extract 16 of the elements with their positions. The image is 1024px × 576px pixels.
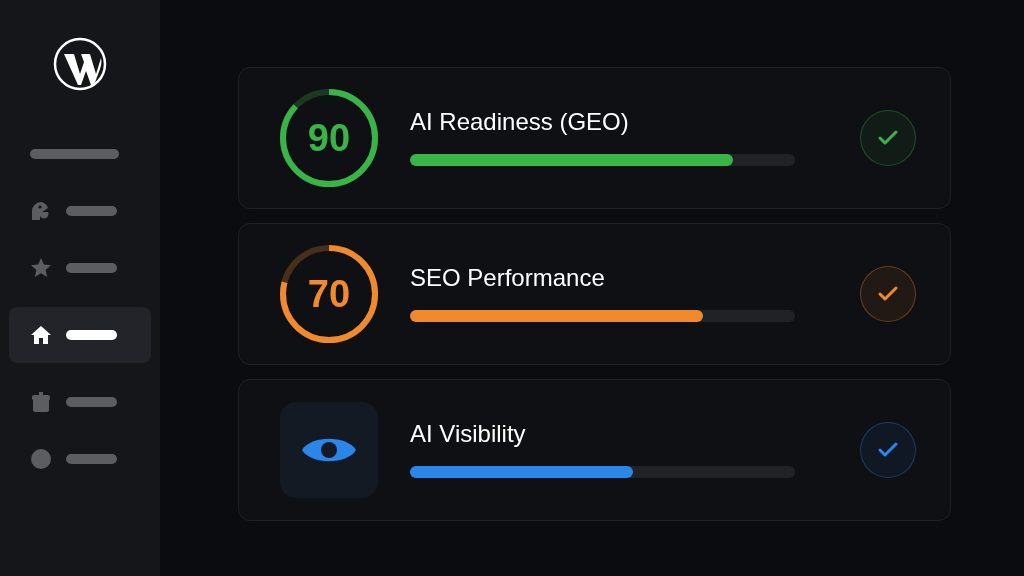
score-value: 90 bbox=[307, 115, 351, 161]
label-placeholder bbox=[66, 454, 117, 464]
label-placeholder bbox=[66, 206, 117, 216]
metric-title: SEO Performance bbox=[410, 266, 606, 290]
score-value: 70 bbox=[307, 271, 351, 317]
nav-item[interactable] bbox=[9, 307, 151, 363]
jar-icon bbox=[30, 391, 52, 413]
logo-icon bbox=[52, 36, 108, 92]
label-placeholder bbox=[66, 397, 117, 407]
metric-title: AI Readiness (GEO) bbox=[410, 110, 630, 134]
home-icon bbox=[30, 324, 52, 346]
label-placeholder bbox=[66, 263, 117, 273]
circle-icon bbox=[30, 448, 52, 470]
metric-title: AI Visibility bbox=[410, 422, 527, 446]
label-placeholder bbox=[66, 330, 117, 340]
star-icon bbox=[30, 257, 52, 279]
